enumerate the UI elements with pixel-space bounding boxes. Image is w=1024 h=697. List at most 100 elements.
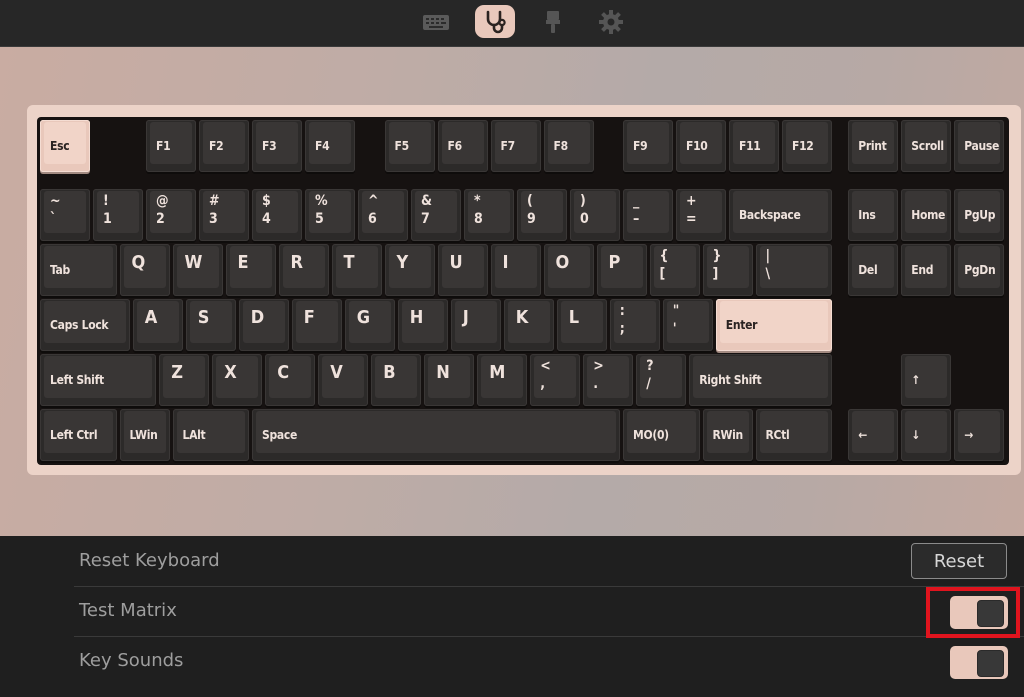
key-e[interactable]: E xyxy=(225,244,276,296)
key-comma[interactable]: <, xyxy=(530,354,581,406)
key-esc[interactable]: Esc xyxy=(40,120,90,172)
key-c[interactable]: C xyxy=(265,354,316,406)
key-lctrl[interactable]: Left Ctrl xyxy=(40,409,117,461)
key-right[interactable]: → xyxy=(954,409,1005,461)
key-b[interactable]: B xyxy=(371,354,422,406)
key-f11[interactable]: F11 xyxy=(729,120,779,172)
key-tab[interactable]: Tab xyxy=(40,244,117,296)
key-5[interactable]: % 5 xyxy=(305,189,355,241)
key-u[interactable]: U xyxy=(437,244,488,296)
key-minus[interactable]: _ – xyxy=(623,189,673,241)
key-home[interactable]: Home xyxy=(901,189,952,241)
key-f7[interactable]: F7 xyxy=(490,120,541,172)
key-legend: ( xyxy=(527,193,533,209)
key-rwin[interactable]: RWin xyxy=(702,409,753,461)
key-end[interactable]: End xyxy=(901,244,952,296)
key-f9[interactable]: F9 xyxy=(623,120,673,172)
key-v[interactable]: V xyxy=(318,354,369,406)
key-n[interactable]: N xyxy=(424,354,475,406)
key-legend: A xyxy=(144,307,158,328)
key-q[interactable]: Q xyxy=(119,244,170,296)
key-period[interactable]: >. xyxy=(583,354,634,406)
key-lbracket[interactable]: {[ xyxy=(649,244,700,296)
key-z[interactable]: Z xyxy=(159,354,210,406)
keycap-top xyxy=(600,246,643,288)
key-scroll[interactable]: Scroll xyxy=(901,120,952,172)
key-pause[interactable]: Pause xyxy=(954,120,1005,172)
key-7[interactable]: & 7 xyxy=(411,189,461,241)
key-g[interactable]: G xyxy=(344,299,395,351)
key-equal[interactable]: + = xyxy=(676,189,726,241)
key-legend: F xyxy=(303,307,315,328)
key-enter[interactable]: Enter xyxy=(715,299,832,351)
key-lshift[interactable]: Left Shift xyxy=(40,354,157,406)
key-legend: ? xyxy=(646,358,654,374)
key-f3[interactable]: F3 xyxy=(252,120,302,172)
key-up[interactable]: ↑ xyxy=(901,354,952,406)
key-f6[interactable]: F6 xyxy=(437,120,488,172)
key-left[interactable]: ← xyxy=(848,409,899,461)
key-ins[interactable]: Ins xyxy=(848,189,899,241)
key-4[interactable]: $4 xyxy=(252,189,302,241)
key-slash[interactable]: ? / xyxy=(636,354,687,406)
key-lalt[interactable]: LAlt xyxy=(172,409,249,461)
key-0[interactable]: ) 0 xyxy=(570,189,620,241)
key-m[interactable]: M xyxy=(477,354,528,406)
key-h[interactable]: H xyxy=(397,299,448,351)
key-f10[interactable]: F10 xyxy=(676,120,726,172)
key-space[interactable]: Space xyxy=(252,409,620,461)
key-legend: Right Shift xyxy=(699,373,762,387)
nav-test-tab[interactable] xyxy=(475,5,515,38)
key-f8[interactable]: F8 xyxy=(543,120,594,172)
key-j[interactable]: J xyxy=(450,299,501,351)
key-y[interactable]: Y xyxy=(384,244,435,296)
key-f[interactable]: F xyxy=(291,299,342,351)
key-w[interactable]: W xyxy=(172,244,223,296)
key-mo0[interactable]: MO(0) xyxy=(623,409,700,461)
key-3[interactable]: #3 xyxy=(199,189,249,241)
key-legend: 9 xyxy=(527,211,536,227)
key-caps[interactable]: Caps Lock xyxy=(40,299,130,351)
key-rshift[interactable]: Right Shift xyxy=(689,354,832,406)
key-down[interactable]: ↓ xyxy=(901,409,952,461)
key-quote[interactable]: " ' xyxy=(662,299,713,351)
key-print[interactable]: Print xyxy=(848,120,899,172)
key-9[interactable]: (9 xyxy=(517,189,567,241)
key-s[interactable]: S xyxy=(185,299,236,351)
key-k[interactable]: K xyxy=(503,299,554,351)
nav-settings-tab[interactable] xyxy=(591,5,631,38)
key-pgdn[interactable]: PgDn xyxy=(954,244,1005,296)
key-f1[interactable]: F1 xyxy=(146,120,196,172)
key-6[interactable]: ^ 6 xyxy=(358,189,408,241)
key-backslash[interactable]: | \ xyxy=(755,244,832,296)
key-f12[interactable]: F12 xyxy=(782,120,832,172)
key-sounds-toggle[interactable] xyxy=(950,646,1008,679)
key-lwin[interactable]: LWin xyxy=(119,409,170,461)
key-rctl[interactable]: RCtl xyxy=(755,409,832,461)
key-p[interactable]: P xyxy=(596,244,647,296)
key-r[interactable]: R xyxy=(278,244,329,296)
key-1[interactable]: ! 1 xyxy=(93,189,143,241)
key-f2[interactable]: F2 xyxy=(199,120,249,172)
key-backspace[interactable]: Backspace xyxy=(729,189,832,241)
key-a[interactable]: A xyxy=(132,299,183,351)
key-t[interactable]: T xyxy=(331,244,382,296)
nav-design-tab[interactable] xyxy=(533,5,573,38)
nav-configure-tab[interactable] xyxy=(416,5,456,38)
key-o[interactable]: O xyxy=(543,244,594,296)
key-f5[interactable]: F5 xyxy=(384,120,435,172)
key-grave[interactable]: ~ ` xyxy=(40,189,90,241)
key-pgup[interactable]: PgUp xyxy=(954,189,1005,241)
key-8[interactable]: * 8 xyxy=(464,189,514,241)
key-rbracket[interactable]: }] xyxy=(702,244,753,296)
key-i[interactable]: I xyxy=(490,244,541,296)
key-f4[interactable]: F4 xyxy=(305,120,355,172)
key-2[interactable]: @2 xyxy=(146,189,196,241)
key-x[interactable]: X xyxy=(212,354,263,406)
key-del[interactable]: Del xyxy=(848,244,899,296)
key-d[interactable]: D xyxy=(238,299,289,351)
key-legend: F1 xyxy=(156,139,171,153)
key-semicolon[interactable]: :; xyxy=(609,299,660,351)
reset-button[interactable]: Reset xyxy=(911,543,1007,579)
key-l[interactable]: L xyxy=(556,299,607,351)
